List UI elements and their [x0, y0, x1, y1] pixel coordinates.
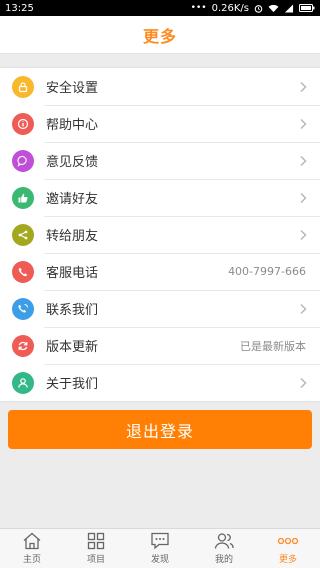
tab-label: 发现	[150, 555, 169, 565]
tab-discover[interactable]: 发现	[128, 529, 192, 568]
chevron-right-icon	[300, 81, 307, 92]
menu-item-label: 版本更新	[46, 340, 99, 355]
page-title: 更多	[142, 26, 177, 46]
menu-item-label: 转给朋友	[46, 229, 99, 244]
tab-mine[interactable]: 我的	[192, 529, 256, 568]
lock-icon	[12, 75, 34, 98]
tab-home[interactable]: 主页	[0, 529, 64, 568]
wifi-icon	[268, 4, 279, 13]
menu-item-invite-friends[interactable]: 邀请好友	[0, 179, 320, 216]
menu-item-service-phone[interactable]: 客服电话 400-7997-666	[0, 253, 320, 290]
refresh-icon	[12, 334, 34, 357]
menu-item-label: 邀请好友	[46, 192, 99, 207]
chat-icon	[151, 532, 169, 550]
menu-item-label: 关于我们	[46, 377, 99, 392]
tab-label: 更多	[278, 555, 297, 565]
share-icon	[12, 223, 34, 246]
chevron-right-icon	[300, 377, 307, 388]
alarm-icon	[254, 4, 263, 13]
menu-item-share-to-friend[interactable]: 转给朋友	[0, 216, 320, 253]
chevron-right-icon	[300, 303, 307, 314]
feedback-icon	[12, 149, 34, 172]
settings-menu: 安全设置 帮助中心 意见反馈 邀请好友 转给朋友 客服电话 400-7997-6…	[0, 67, 320, 402]
status-indicators: ••• 0.26K/s	[191, 3, 315, 14]
version-status: 已是最新版本	[240, 339, 306, 353]
tab-more[interactable]: 更多	[256, 529, 320, 568]
menu-item-label: 意见反馈	[46, 155, 99, 170]
tab-label: 我的	[214, 555, 233, 565]
menu-item-version-update[interactable]: 版本更新 已是最新版本	[0, 327, 320, 364]
tab-label: 项目	[86, 555, 105, 565]
status-dots: •••	[190, 3, 207, 13]
battery-icon	[299, 4, 315, 12]
menu-item-label: 联系我们	[46, 303, 99, 318]
status-time: 13:25	[5, 2, 34, 14]
contact-icon	[12, 297, 34, 320]
menu-item-feedback[interactable]: 意见反馈	[0, 142, 320, 179]
chevron-right-icon	[300, 118, 307, 129]
menu-item-label: 帮助中心	[46, 118, 99, 133]
status-bar: 13:25 ••• 0.26K/s	[0, 0, 320, 16]
service-phone-number: 400-7997-666	[228, 265, 306, 278]
menu-item-label: 安全设置	[46, 81, 99, 96]
person-icon	[12, 371, 34, 394]
more-dots-icon	[277, 537, 299, 545]
info-icon	[12, 112, 34, 135]
menu-item-about-us[interactable]: 关于我们	[0, 364, 320, 401]
chevron-right-icon	[300, 229, 307, 240]
tab-label: 主页	[22, 555, 41, 565]
bottom-tab-bar: 主页 项目 发现 我的 更多	[0, 528, 320, 568]
menu-item-help-center[interactable]: 帮助中心	[0, 105, 320, 142]
page-header: 更多	[0, 16, 320, 54]
phone-icon	[12, 260, 34, 283]
grid-icon	[87, 532, 105, 550]
users-icon	[214, 533, 234, 549]
menu-item-contact-us[interactable]: 联系我们	[0, 290, 320, 327]
menu-item-label: 客服电话	[46, 266, 99, 281]
signal-icon	[284, 3, 294, 13]
network-speed: 0.26K/s	[211, 2, 249, 14]
tab-projects[interactable]: 项目	[64, 529, 128, 568]
logout-button[interactable]: 退出登录	[8, 410, 312, 449]
chevron-right-icon	[300, 155, 307, 166]
home-icon	[23, 532, 41, 550]
thumbs-up-icon	[12, 186, 34, 209]
menu-item-security-settings[interactable]: 安全设置	[0, 68, 320, 105]
chevron-right-icon	[300, 192, 307, 203]
